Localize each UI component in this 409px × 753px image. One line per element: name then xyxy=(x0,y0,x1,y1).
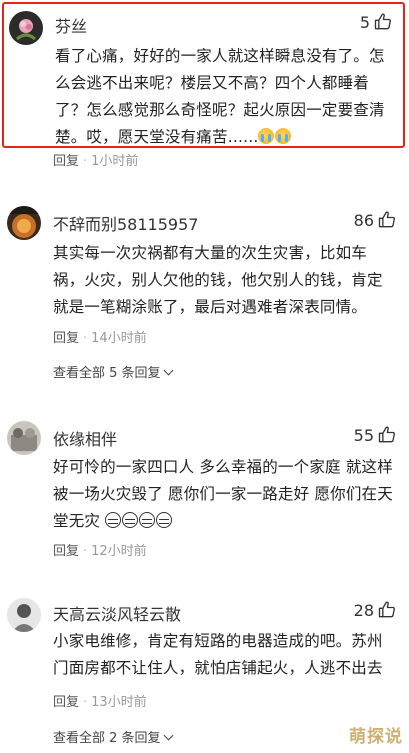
username[interactable]: 天高云淡风轻云散 xyxy=(53,601,181,625)
thumbs-up-icon xyxy=(378,601,395,618)
comment-meta: 回复 · 14小时前 xyxy=(53,327,147,346)
timestamp: 1小时前 xyxy=(91,154,139,169)
like-button[interactable]: 55 xyxy=(354,425,397,445)
view-all-replies-label: 查看全部 2 条回复 xyxy=(53,731,161,746)
like-count: 55 xyxy=(353,425,374,445)
avatar[interactable] xyxy=(7,206,41,240)
comment-item: 依缘相伴 55 好可怜的一家四口人 多么幸福的一个家庭 就这样被一场火灾毁了 愿… xyxy=(0,418,409,568)
reply-button[interactable]: 回复 xyxy=(53,544,79,559)
comment-text-content: 看了心痛，好好的一家人就这样瞬息没有了。怎么会逃不出来呢？楼层又不高？四个人都睡… xyxy=(55,47,385,146)
view-all-replies-button[interactable]: 查看全部 2 条回复 xyxy=(53,727,173,746)
crying-face-icon xyxy=(122,512,139,528)
crying-face-icon xyxy=(258,128,275,144)
comment-text: 其实每一次灾祸都有大量的次生灾害，比如车祸，火灾，别人欠他的钱，他欠别人的钱，肯… xyxy=(53,244,383,316)
view-all-replies-button[interactable]: 查看全部 5 条回复 xyxy=(53,362,173,381)
comment-item: 不辞而别58115957 86 其实每一次灾祸都有大量的次生灾害，比如车祸，火灾… xyxy=(0,200,409,390)
thumbs-up-icon xyxy=(374,13,391,30)
comment-text: 小家电维修，肯定有短路的电器造成的吧。苏州门面房都不让住人，就怕店铺起火，人逃不… xyxy=(53,632,383,677)
timestamp: 14小时前 xyxy=(91,331,147,346)
like-count: 86 xyxy=(353,210,374,230)
chevron-down-icon xyxy=(163,730,173,741)
comment-item: 天高云淡风轻云散 28 小家电维修，肯定有短路的电器造成的吧。苏州门面房都不让住… xyxy=(0,594,409,753)
comment-text: 看了心痛，好好的一家人就这样瞬息没有了。怎么会逃不出来呢？楼层又不高？四个人都睡… xyxy=(55,43,395,151)
comment-meta: 回复 · 1小时前 xyxy=(53,150,138,169)
view-all-replies-label: 查看全部 5 条回复 xyxy=(53,366,161,381)
crying-face-icon xyxy=(156,512,173,528)
crying-face-icon xyxy=(105,512,122,528)
username[interactable]: 依缘相伴 xyxy=(53,426,117,450)
thumbs-up-icon xyxy=(378,211,395,228)
like-button[interactable]: 5 xyxy=(360,12,393,32)
separator-dot: · xyxy=(83,331,88,346)
comment-text: 好可怜的一家四口人 多么幸福的一个家庭 就这样被一场火灾毁了 愿你们一家一路走好… xyxy=(53,454,393,535)
username[interactable]: 不辞而别58115957 xyxy=(53,211,198,235)
crying-face-icon xyxy=(275,128,292,144)
avatar[interactable] xyxy=(7,421,41,455)
like-button[interactable]: 28 xyxy=(354,600,397,620)
watermark-logo: 萌探说 xyxy=(349,727,403,747)
comment-text-content: 好可怜的一家四口人 多么幸福的一个家庭 就这样被一场火灾毁了 愿你们一家一路走好… xyxy=(53,458,393,530)
like-button[interactable]: 86 xyxy=(354,210,397,230)
separator-dot: · xyxy=(83,695,88,710)
timestamp: 13小时前 xyxy=(91,695,147,710)
like-count: 5 xyxy=(359,12,370,32)
comment-meta: 回复 · 13小时前 xyxy=(53,691,147,710)
comment-meta: 回复 · 12小时前 xyxy=(53,540,147,559)
thumbs-up-icon xyxy=(378,426,395,443)
avatar[interactable] xyxy=(7,598,41,632)
separator-dot: · xyxy=(83,154,88,169)
crying-face-icon xyxy=(139,512,156,528)
timestamp: 12小时前 xyxy=(91,544,147,559)
separator-dot: · xyxy=(83,544,88,559)
reply-button[interactable]: 回复 xyxy=(53,331,79,346)
avatar[interactable] xyxy=(9,11,43,45)
chevron-down-icon xyxy=(163,365,173,376)
comment-item: 芬丝 5 看了心痛，好好的一家人就这样瞬息没有了。怎么会逃不出来呢？楼层又不高？… xyxy=(2,2,405,148)
reply-button[interactable]: 回复 xyxy=(53,154,79,169)
reply-button[interactable]: 回复 xyxy=(53,695,79,710)
username[interactable]: 芬丝 xyxy=(55,13,87,37)
like-count: 28 xyxy=(353,600,374,620)
